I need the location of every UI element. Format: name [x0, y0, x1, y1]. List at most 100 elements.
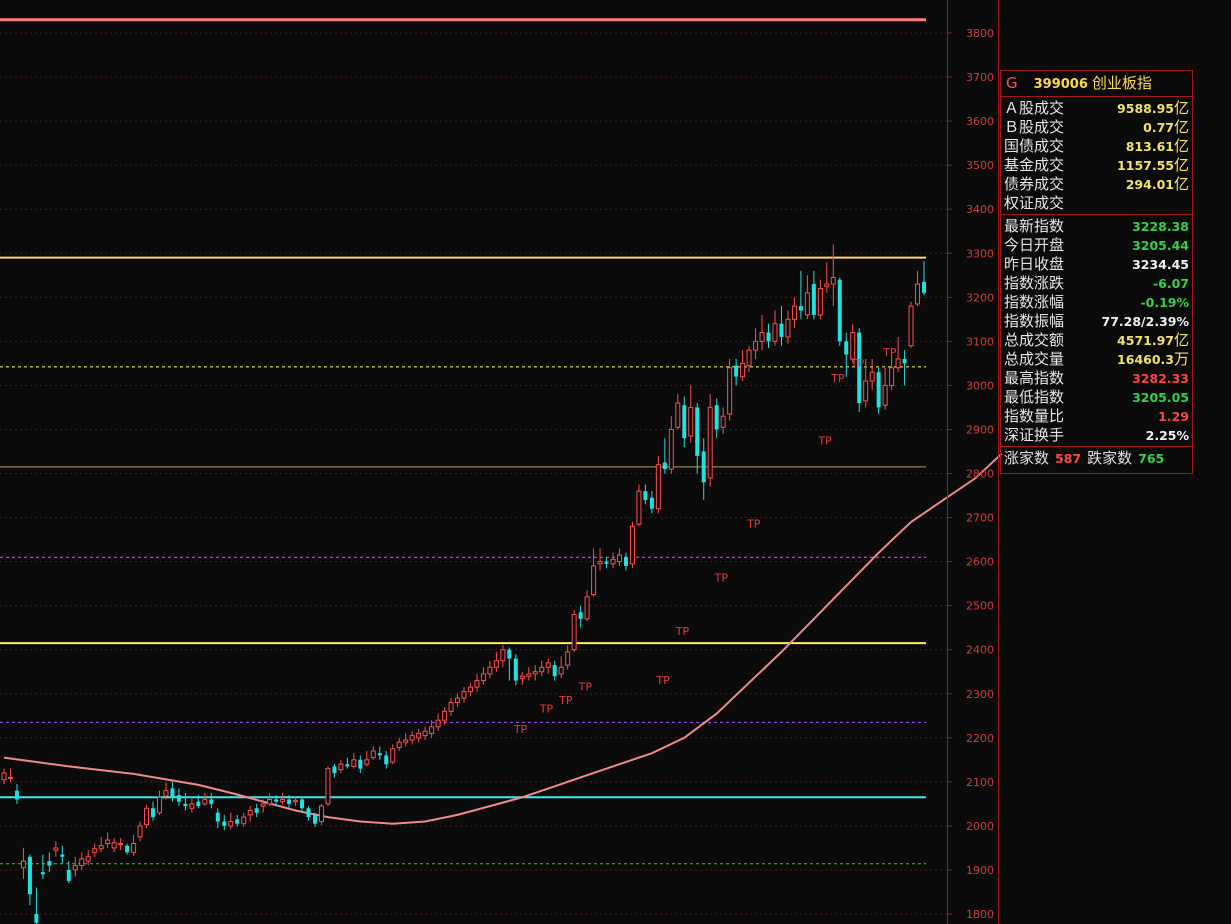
panel-row: 最高指数 3282.33 — [1001, 369, 1192, 388]
candle — [682, 396, 687, 448]
candle — [370, 746, 376, 760]
row-value: 3228.38 — [1132, 217, 1189, 236]
candle-body — [442, 710, 448, 721]
candle-body — [682, 405, 687, 439]
value-unit: 亿 — [1173, 156, 1189, 174]
candle-body — [260, 803, 266, 807]
axis-tick-label: 3800 — [966, 27, 994, 40]
axis-tick-label: 3000 — [966, 379, 994, 392]
value-number: 77.28/2.39% — [1101, 314, 1189, 329]
candle-body — [416, 732, 422, 739]
candle-body — [47, 861, 52, 866]
candle — [500, 645, 506, 668]
candles — [1, 244, 926, 924]
candle — [604, 557, 609, 569]
candle-body — [403, 739, 409, 743]
candle-body — [578, 612, 583, 619]
candle — [876, 367, 881, 415]
candle — [254, 803, 259, 818]
candle — [759, 314, 765, 351]
candle — [695, 403, 700, 474]
row-value: -6.07 — [1153, 274, 1189, 293]
candle — [351, 753, 357, 769]
candle — [7, 768, 13, 782]
candle-body — [532, 671, 538, 675]
row-value: 1.29 — [1158, 407, 1189, 426]
panel-row: Ｂ股成交 0.77亿 — [1001, 118, 1192, 137]
candle-body — [714, 405, 719, 430]
row-value: 294.01亿 — [1126, 175, 1189, 194]
candle — [151, 801, 156, 821]
candle-body — [40, 872, 45, 875]
candle-body — [513, 658, 518, 681]
candle-body — [53, 847, 59, 851]
candle — [636, 484, 642, 527]
candle — [118, 838, 124, 851]
value-number: -0.19% — [1140, 295, 1189, 310]
value-number: -6.07 — [1152, 276, 1189, 291]
candle — [675, 394, 681, 430]
candle — [14, 784, 19, 804]
row-label: 深证换手 — [1004, 426, 1065, 444]
candle — [85, 850, 91, 866]
candle-body — [695, 407, 700, 456]
row-value: 3282.33 — [1132, 369, 1189, 388]
candle — [571, 610, 577, 652]
value-unit: 万 — [1173, 350, 1189, 368]
candle-body — [455, 697, 461, 704]
candle — [183, 792, 188, 811]
candle-body — [358, 759, 363, 769]
candle — [377, 746, 382, 760]
candle-body — [85, 856, 91, 862]
candle — [908, 301, 914, 348]
candle-body — [1, 772, 7, 781]
candle-body — [591, 565, 597, 596]
candle-body — [662, 462, 667, 470]
candle — [111, 838, 117, 853]
candle — [539, 660, 545, 677]
candle — [60, 845, 65, 864]
candle — [507, 647, 512, 681]
candle-body — [144, 807, 150, 826]
row-value: 1157.55亿 — [1117, 156, 1189, 175]
candle-body — [364, 759, 370, 765]
candle-body — [597, 561, 603, 565]
candle — [740, 350, 746, 381]
candle-body — [636, 490, 642, 525]
candle — [895, 336, 901, 373]
candle-body — [14, 790, 19, 800]
candle — [623, 552, 628, 571]
decliners-count: 765 — [1138, 451, 1165, 466]
candle-body — [435, 719, 441, 728]
candle-body — [493, 660, 499, 668]
axis-tick-label: 3500 — [966, 159, 994, 172]
candle — [209, 792, 214, 809]
candle-body — [332, 766, 337, 774]
value-number: 294.01 — [1125, 177, 1174, 192]
value-unit: 亿 — [1173, 137, 1189, 155]
candle-body — [176, 795, 181, 802]
panel-row: 最新指数 3228.38 — [1001, 217, 1192, 236]
axis-tick-label: 3300 — [966, 247, 994, 260]
candle — [396, 737, 402, 752]
candle-body — [467, 686, 473, 693]
candle — [79, 852, 85, 870]
row-value: 2.25% — [1146, 426, 1189, 445]
candle-body — [610, 558, 616, 565]
value-number: 9588.95 — [1117, 101, 1174, 116]
row-label: 指数量比 — [1004, 407, 1065, 425]
value-number: 4571.97 — [1117, 333, 1174, 348]
candle-body — [151, 808, 156, 818]
axis-tick-label: 2600 — [966, 556, 994, 569]
value-unit: 亿 — [1173, 118, 1189, 136]
candle-body — [655, 464, 661, 510]
candle — [325, 766, 331, 807]
candle-body — [105, 839, 111, 845]
row-label: 最低指数 — [1004, 388, 1065, 406]
candle-body — [707, 406, 713, 479]
value-unit: 亿 — [1173, 331, 1189, 349]
axis-tick-label: 3600 — [966, 115, 994, 128]
axis-tick-label: 3100 — [966, 335, 994, 348]
candle — [53, 841, 59, 857]
candle-body — [824, 283, 830, 287]
